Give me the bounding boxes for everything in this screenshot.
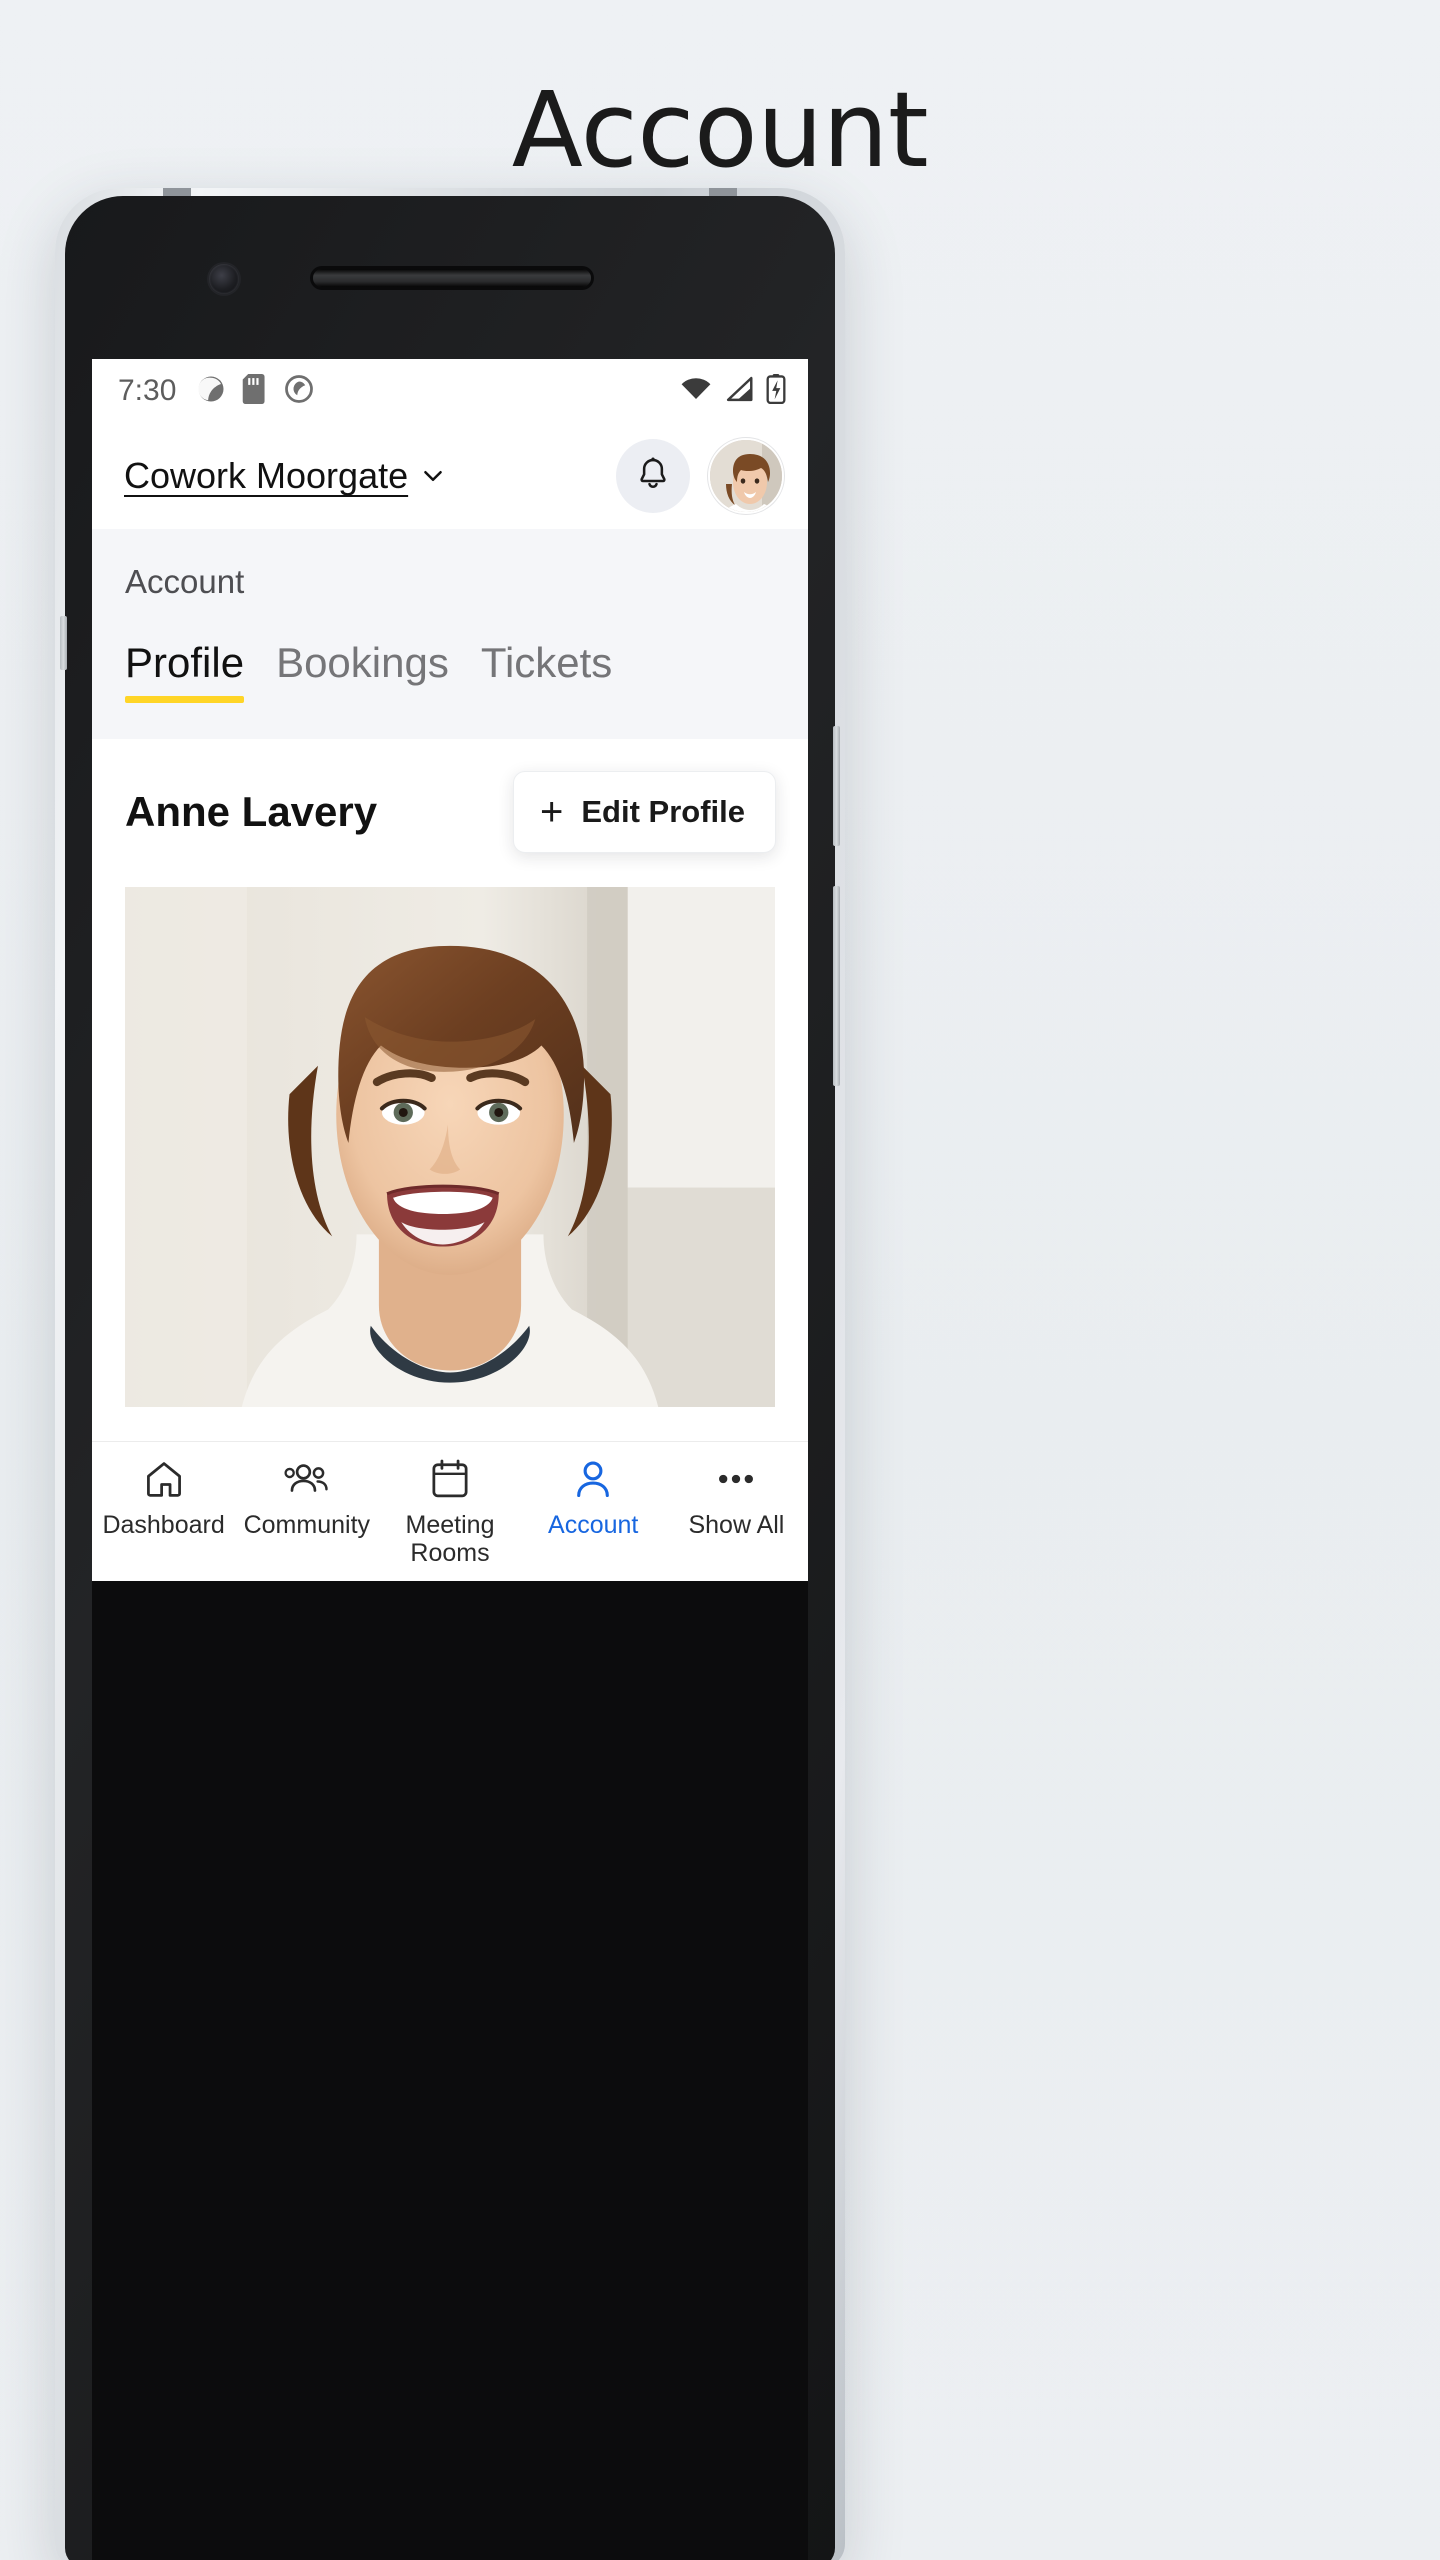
chevron-down-icon <box>420 463 446 489</box>
status-bar: 7:30 <box>92 359 808 423</box>
nav-item-account[interactable]: Account <box>522 1456 665 1539</box>
tab-tickets-label: Tickets <box>480 639 613 686</box>
section-label: Account <box>125 563 245 600</box>
more-horizontal-icon <box>712 1456 760 1502</box>
nav-label-account: Account <box>548 1511 639 1539</box>
profile-header-row: Anne Lavery + Edit Profile <box>92 739 808 879</box>
page-title: Account <box>511 69 929 191</box>
tab-bookings[interactable]: Bookings <box>276 639 449 703</box>
home-icon <box>142 1456 186 1502</box>
edit-profile-label: Edit Profile <box>581 794 745 829</box>
phone-bottom-chin <box>92 1581 808 2560</box>
venue-selector[interactable]: Cowork Moorgate <box>124 455 446 497</box>
nav-label-meeting-rooms: Meeting Rooms <box>405 1511 495 1567</box>
nav-item-dashboard[interactable]: Dashboard <box>92 1456 235 1539</box>
nav-label-community: Community <box>243 1511 371 1539</box>
volume-up-button[interactable] <box>833 726 840 846</box>
battery-icon <box>766 373 786 409</box>
nav-item-meeting-rooms[interactable]: Meeting Rooms <box>378 1456 521 1567</box>
bell-icon <box>634 455 672 498</box>
nav-item-show-all[interactable]: Show All <box>665 1456 808 1539</box>
edit-profile-button[interactable]: + Edit Profile <box>513 771 776 853</box>
volume-down-button[interactable] <box>833 886 840 1086</box>
wifi-icon <box>680 376 712 407</box>
phone-mockup: 7:30 Cowork Moorgate Account Profile Boo… <box>55 188 845 2560</box>
phone-body: 7:30 Cowork Moorgate Account Profile Boo… <box>60 196 840 2560</box>
front-camera-icon <box>209 264 239 294</box>
left-side-button[interactable] <box>60 616 67 670</box>
tab-profile-label: Profile <box>125 639 245 686</box>
phone-outer-shell: 7:30 Cowork Moorgate Account Profile Boo… <box>55 188 845 2560</box>
notifications-button[interactable] <box>616 439 690 513</box>
people-icon <box>284 1456 330 1502</box>
nav-item-community[interactable]: Community <box>235 1456 378 1539</box>
bottom-navigation: Dashboard Community Meeting Rooms Accoun… <box>92 1441 808 1581</box>
tab-profile[interactable]: Profile <box>125 639 245 703</box>
status-bar-left-icons <box>196 373 314 409</box>
earpiece-speaker <box>313 269 591 287</box>
sync-icon <box>196 374 226 409</box>
tab-bookings-label: Bookings <box>276 639 449 686</box>
venue-name-label: Cowork Moorgate <box>124 455 409 496</box>
nav-label-show-all: Show All <box>688 1511 785 1539</box>
profile-photo[interactable] <box>125 887 775 1407</box>
nav-label-dashboard: Dashboard <box>102 1511 225 1539</box>
person-icon <box>572 1456 614 1502</box>
calendar-icon <box>429 1456 471 1502</box>
status-bar-right-icons <box>680 373 786 409</box>
tab-bar-underlay <box>92 703 808 739</box>
avatar[interactable] <box>708 438 784 514</box>
app-bar: Cowork Moorgate <box>92 423 808 529</box>
phone-screen: 7:30 Cowork Moorgate Account Profile Boo… <box>92 359 808 1581</box>
cellular-signal-icon <box>724 376 754 407</box>
status-bar-clock: 7:30 <box>118 374 177 407</box>
tab-tickets[interactable]: Tickets <box>481 639 612 703</box>
profile-name: Anne Lavery <box>125 788 378 835</box>
account-section: Account Profile Bookings Tickets <box>92 529 808 739</box>
do-not-disturb-icon <box>284 374 314 409</box>
sd-card-icon <box>242 373 268 409</box>
plus-icon: + <box>540 790 564 834</box>
tab-bar: Profile Bookings Tickets <box>92 601 808 703</box>
